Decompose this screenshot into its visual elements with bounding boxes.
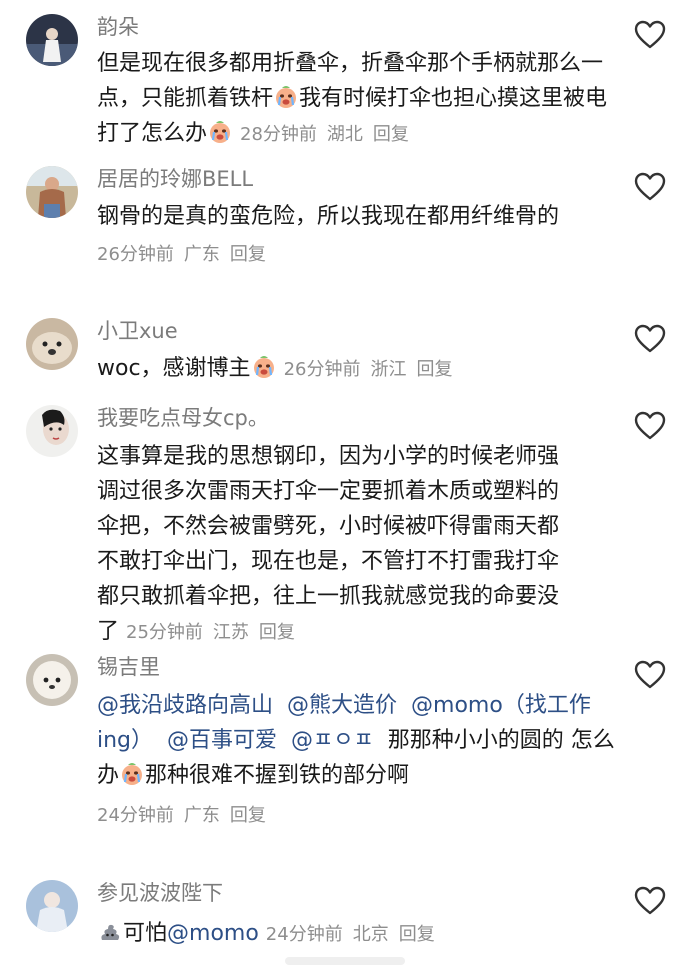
comment-meta: 24分钟前 北京 回复 xyxy=(266,924,445,945)
reply-button[interactable]: 回复 xyxy=(416,359,452,380)
avatar[interactable] xyxy=(26,405,78,457)
like-icon[interactable] xyxy=(634,886,666,916)
crying-face-emoji-icon xyxy=(274,85,298,109)
like-icon[interactable] xyxy=(634,660,666,690)
comment-meta: 28分钟前 湖北 回复 xyxy=(240,124,419,145)
comment-location: 北京 xyxy=(352,924,389,945)
comment-location: 湖北 xyxy=(326,124,363,145)
avatar[interactable] xyxy=(26,880,78,932)
comment-time: 26分钟前 xyxy=(283,359,361,380)
comment-text: woc，感谢博主 26分钟前 浙江 回复 xyxy=(97,351,617,387)
comment-time: 26分钟前 xyxy=(97,244,174,265)
like-icon[interactable] xyxy=(634,411,666,441)
comment-text-part: 那那种小小的圆的 xyxy=(387,728,564,753)
mention-link[interactable]: @我沿歧路向高山 xyxy=(97,693,273,718)
comment-text-line: 调过很多次雷雨天打伞一定要抓着木质或塑料的 xyxy=(97,479,560,504)
mention-link[interactable]: @momo xyxy=(167,921,259,946)
comment-location: 广东 xyxy=(183,805,220,826)
mention-link[interactable]: @百事可爱 xyxy=(167,728,277,753)
reply-button[interactable]: 回复 xyxy=(399,924,435,945)
poop-emoji-icon xyxy=(98,920,122,944)
comment-text-line: 这事算是我的思想钢印，因为小学的时候老师强 xyxy=(97,444,560,469)
comment-text-line: woc，感谢博主 xyxy=(97,356,251,381)
comment-location: 江苏 xyxy=(212,622,249,643)
comment-meta: 26分钟前 广东 回复 xyxy=(97,237,617,272)
avatar[interactable] xyxy=(26,654,78,706)
like-icon[interactable] xyxy=(634,172,666,202)
like-icon[interactable] xyxy=(634,324,666,354)
reply-button[interactable]: 回复 xyxy=(373,124,409,145)
comment-text-part: 可怕 xyxy=(123,921,168,946)
crying-face-emoji-icon xyxy=(208,120,232,144)
crying-face-emoji-icon xyxy=(120,762,144,786)
mention-link[interactable]: @熊大造价 xyxy=(287,693,397,718)
comment-location: 广东 xyxy=(183,244,220,265)
comment-time: 28分钟前 xyxy=(240,124,317,145)
comment-time: 24分钟前 xyxy=(265,924,343,945)
comment-text: @我沿歧路向高山 @熊大造价 @momo（找工作ing） @百事可爱 @ㅍㅇㅍ … xyxy=(97,688,617,833)
reply-button[interactable]: 回复 xyxy=(259,622,295,643)
comment-meta: 25分钟前 江苏 回复 xyxy=(126,622,305,643)
comment-text-line: 都只敢抓着伞把，往上一抓我就感觉我的命要没 xyxy=(97,584,560,609)
username[interactable]: 小卫xue xyxy=(97,317,178,345)
comment-time: 25分钟前 xyxy=(126,622,203,643)
comment-text-line: 伞把，不然会被雷劈死，小时候被吓得雷雨天都 xyxy=(97,514,560,539)
username[interactable]: 韵朵 xyxy=(97,13,139,41)
comment-text-line: 了 xyxy=(97,619,120,644)
username[interactable]: 居居的玲娜BELL xyxy=(97,165,253,193)
avatar[interactable] xyxy=(26,14,78,66)
watermark-decoration xyxy=(285,957,405,965)
comment-text: 钢骨的是真的蛮危险，所以我现在都用纤维骨的 26分钟前 广东 回复 xyxy=(97,199,617,272)
mention-link[interactable]: @ㅍㅇㅍ xyxy=(291,728,374,753)
username[interactable]: 锡吉里 xyxy=(97,653,160,681)
comment-meta: 26分钟前 浙江 回复 xyxy=(284,359,463,380)
comment-location: 浙江 xyxy=(370,359,407,380)
comment-text-part: 那种很难不握到铁的部分啊 xyxy=(145,763,410,788)
comment-text: 这事算是我的思想钢印，因为小学的时候老师强 调过很多次雷雨天打伞一定要抓着木质或… xyxy=(97,439,637,650)
avatar[interactable] xyxy=(26,318,78,370)
reply-button[interactable]: 回复 xyxy=(230,805,266,826)
comment-text-line: 不敢打伞出门，现在也是，不管打不打雷我打伞 xyxy=(97,549,560,574)
like-icon[interactable] xyxy=(634,20,666,50)
username[interactable]: 参见波波陛下 xyxy=(97,879,223,907)
comment-text: 可怕@momo 24分钟前 北京 回复 xyxy=(97,916,617,952)
reply-button[interactable]: 回复 xyxy=(230,244,266,265)
comment-meta: 24分钟前 广东 回复 xyxy=(97,798,617,833)
username[interactable]: 我要吃点母女cp。 xyxy=(97,404,269,432)
comment-text: 但是现在很多都用折叠伞，折叠伞那个手柄就那么一点，只能抓着铁杆 我有时候打伞也担心… xyxy=(97,46,617,152)
comment-time: 24分钟前 xyxy=(97,805,174,826)
comment-text-line: 钢骨的是真的蛮危险，所以我现在都用纤维骨的 xyxy=(97,204,560,229)
avatar[interactable] xyxy=(26,166,78,218)
crying-face-emoji-icon xyxy=(252,355,276,379)
